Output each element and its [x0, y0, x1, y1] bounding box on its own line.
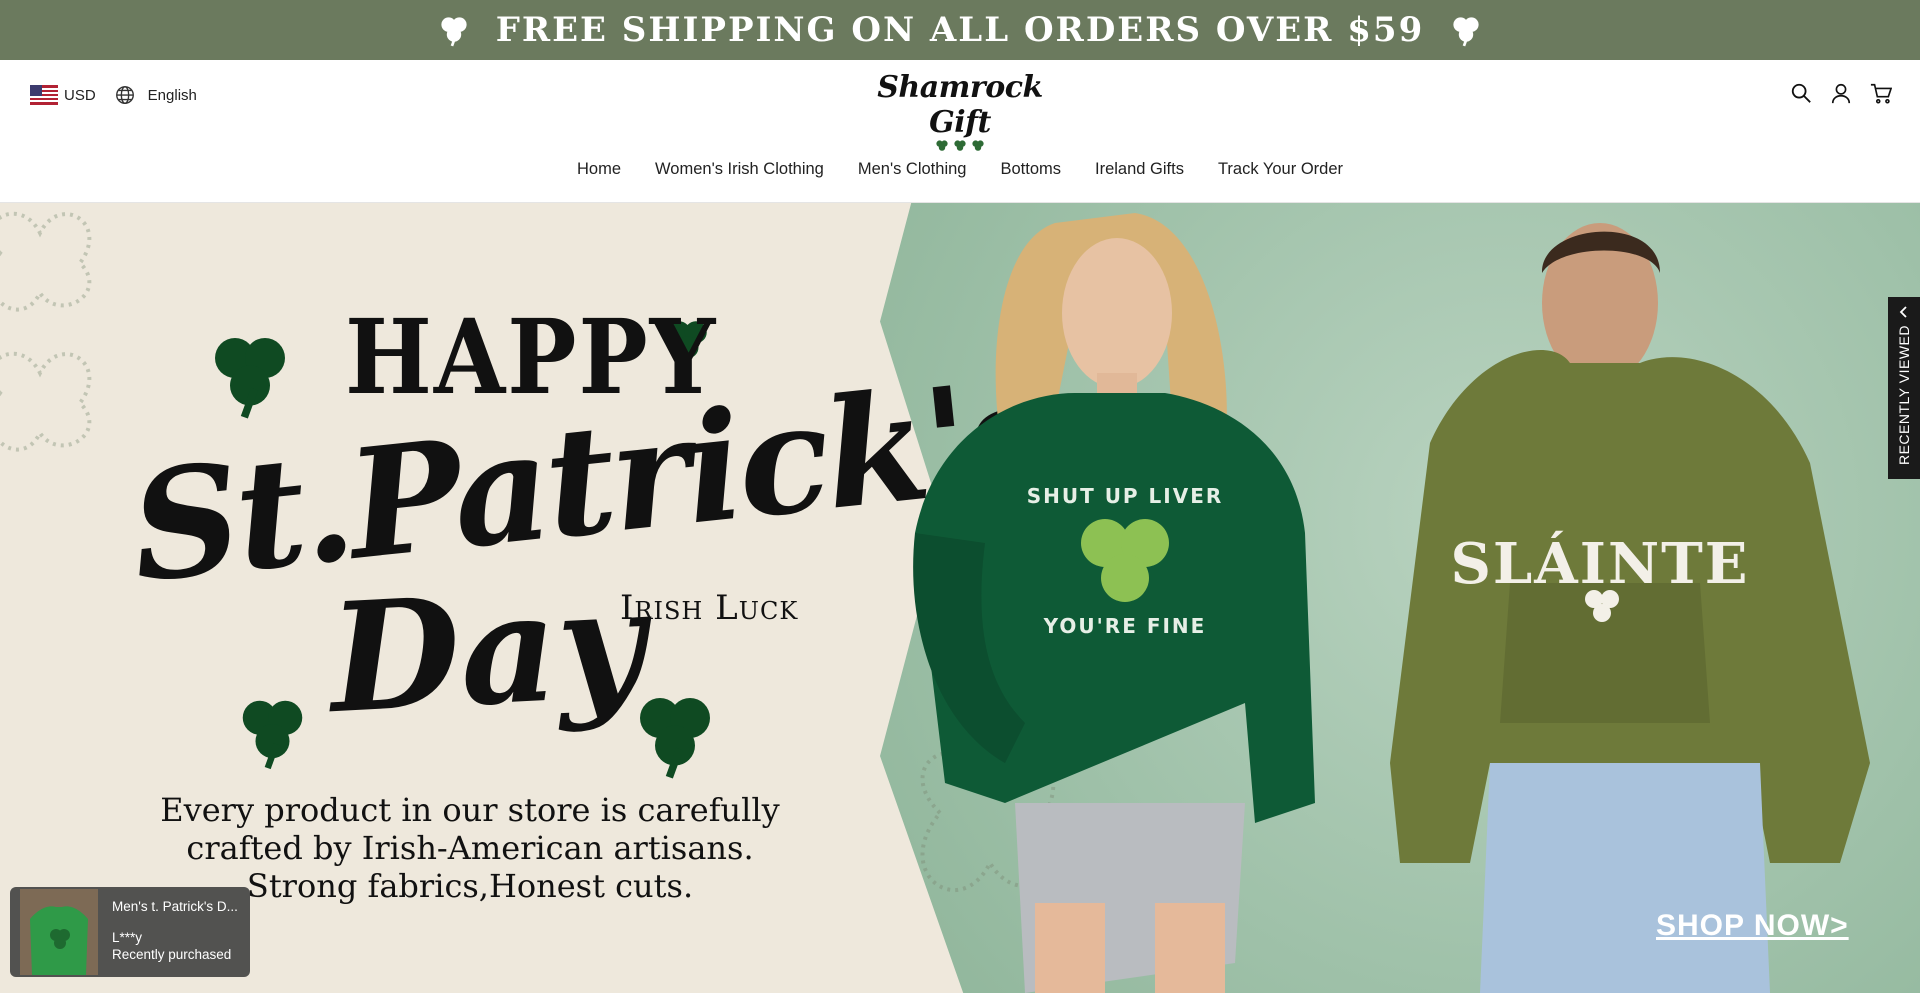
nav-item-ireland-gifts[interactable]: Ireland Gifts [1095, 156, 1184, 183]
popup-buyer: L***y [112, 930, 143, 945]
model-man-olive-hoodie: SLÁINTE [1390, 223, 1870, 993]
nav-item-home[interactable]: Home [577, 156, 621, 183]
recently-viewed-label: RECENTLY VIEWED [1896, 325, 1912, 466]
shamrock-icon [936, 140, 948, 151]
shamrock-icon [954, 140, 966, 151]
model-woman-green-hoodie: SHUT UP LIVER YOU'RE FINE [913, 213, 1315, 993]
hoodie-text-top: SHUT UP LIVER [1027, 484, 1224, 508]
main-nav: Home Women's Irish Clothing Men's Clothi… [0, 156, 1920, 183]
logo-clovers [870, 138, 1050, 154]
site-header: USD English Shamrock Gift Home Women's I… [0, 60, 1920, 203]
nav-item-bottoms[interactable]: Bottoms [1000, 156, 1061, 183]
announcement-text: FREE SHIPPING ON ALL ORDERS OVER $59 [495, 10, 1425, 50]
currency-selector[interactable]: USD [64, 87, 96, 104]
site-logo[interactable]: Shamrock Gift [870, 70, 1050, 154]
account-icon[interactable] [1830, 82, 1852, 104]
logo-text: Shamrock Gift [877, 70, 1043, 140]
popup-status: Recently purchased [112, 947, 232, 962]
locale-selector: USD English [30, 84, 197, 106]
recently-viewed-tab[interactable]: RECENTLY VIEWED [1888, 297, 1920, 479]
recent-purchase-popup[interactable]: Men's t. Patrick's D... L***y Recently p… [10, 887, 250, 977]
nav-item-track-your-order[interactable]: Track Your Order [1218, 156, 1343, 183]
clover-outline-icon [0, 211, 92, 452]
shamrock-icon [1453, 17, 1479, 47]
us-flag-icon[interactable] [30, 85, 58, 105]
hero-subheadline: Irish Luck [620, 588, 799, 628]
search-icon[interactable] [1790, 82, 1812, 104]
nav-item-mens-clothing[interactable]: Men's Clothing [858, 156, 967, 183]
tagline-line: crafted by Irish-American artisans. [186, 829, 754, 867]
hoodie-text-slainte: SLÁINTE [1450, 531, 1749, 597]
hero-headline-bottom: Day [325, 554, 649, 748]
shamrock-icon [215, 338, 285, 419]
product-thumbnail [20, 889, 98, 975]
cart-icon[interactable] [1870, 82, 1892, 104]
header-actions [1790, 82, 1892, 104]
hoodie-text-bottom: YOU'RE FINE [1043, 614, 1207, 638]
popup-product-name[interactable]: Men's t. Patrick's D... [112, 899, 238, 914]
announcement-bar: FREE SHIPPING ON ALL ORDERS OVER $59 [0, 0, 1920, 60]
popup-info: Men's t. Patrick's D... L***y Recently p… [112, 889, 238, 975]
tagline-line: Every product in our store is carefully [160, 791, 780, 829]
globe-icon[interactable] [114, 84, 136, 106]
shop-now-button[interactable]: SHOP NOW> [1656, 909, 1849, 943]
shamrock-icon [242, 700, 303, 770]
nav-item-womens-irish-clothing[interactable]: Women's Irish Clothing [655, 156, 824, 183]
chevron-left-icon [1899, 306, 1907, 318]
shamrock-icon [441, 17, 467, 47]
language-selector[interactable]: English [148, 87, 197, 104]
shamrock-icon [972, 140, 984, 151]
hero-banner[interactable]: HAPPY St.Patrick's Day Irish Luck Every … [0, 203, 1920, 993]
